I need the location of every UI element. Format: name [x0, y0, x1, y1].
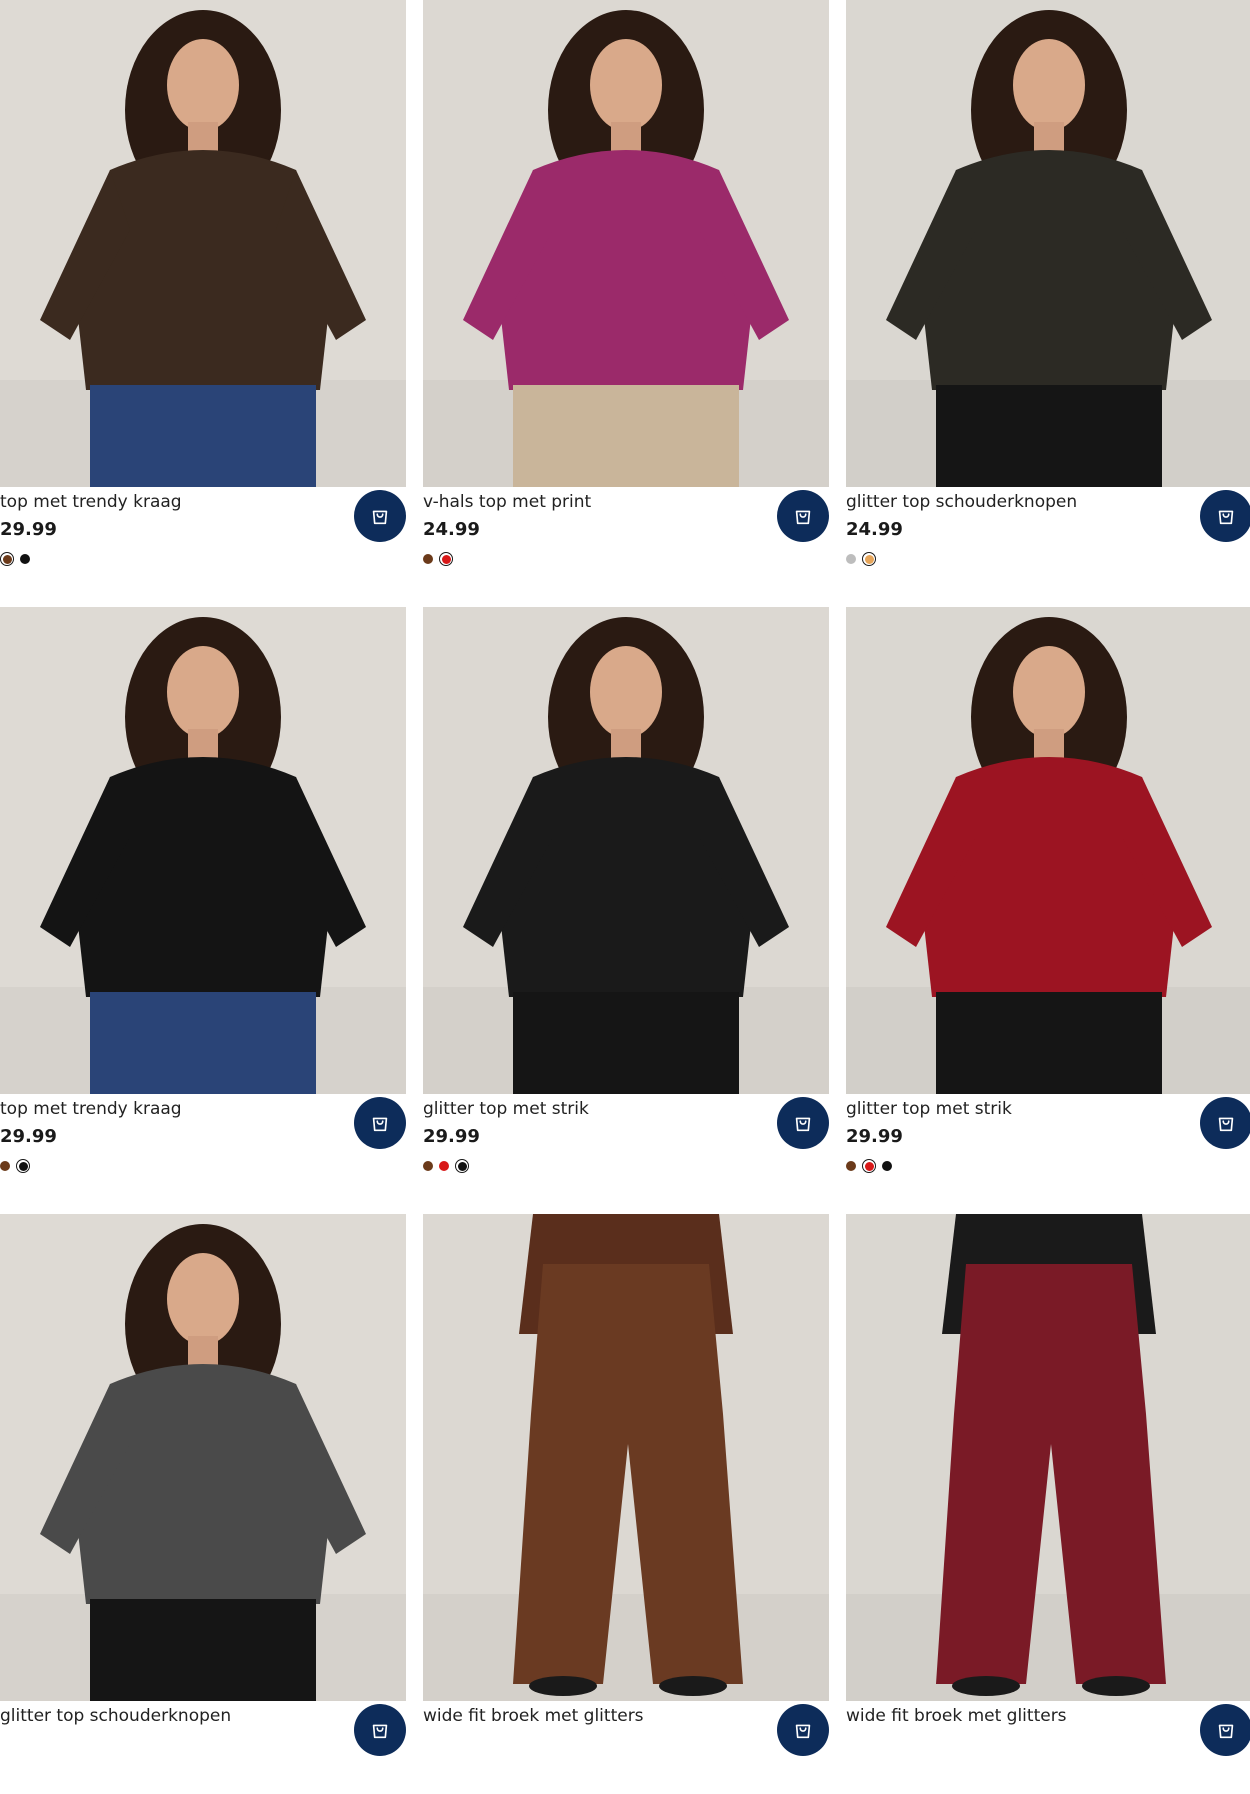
product-card[interactable]: v-hals top met print 24.99 [423, 0, 829, 580]
color-swatch[interactable] [16, 1159, 30, 1173]
product-name[interactable]: top met trendy kraag [0, 492, 182, 512]
color-swatch[interactable] [439, 1161, 449, 1171]
product-name[interactable]: glitter top schouderknopen [846, 492, 1077, 512]
model-illustration [423, 607, 829, 1094]
add-to-cart-button[interactable] [354, 490, 406, 542]
product-photo[interactable] [846, 1214, 1250, 1701]
color-swatches [846, 552, 876, 566]
color-swatches [846, 1159, 892, 1173]
product-card[interactable]: wide fit broek met glitters [846, 1214, 1250, 1794]
product-photo[interactable] [423, 0, 829, 487]
add-to-cart-button[interactable] [1200, 1704, 1250, 1756]
color-swatch[interactable] [423, 554, 433, 564]
shopping-bag-icon [795, 1724, 811, 1739]
product-card[interactable]: glitter top schouderknopen 24.99 [846, 0, 1250, 580]
model-illustration [423, 0, 829, 487]
color-swatch[interactable] [455, 1159, 469, 1173]
model-illustration [0, 607, 406, 1094]
product-photo[interactable] [0, 607, 406, 1094]
add-to-cart-button[interactable] [354, 1704, 406, 1756]
color-swatch[interactable] [882, 1161, 892, 1171]
model-illustration [846, 0, 1250, 487]
product-price: 29.99 [0, 1126, 57, 1147]
product-name[interactable]: top met trendy kraag [0, 1099, 182, 1119]
product-card[interactable]: top met trendy kraag 29.99 [0, 0, 406, 580]
color-swatches [423, 1159, 469, 1173]
product-price: 29.99 [0, 519, 57, 540]
product-price: 29.99 [846, 1126, 903, 1147]
color-swatch[interactable] [0, 1161, 10, 1171]
color-swatch[interactable] [0, 552, 14, 566]
color-swatch[interactable] [846, 554, 856, 564]
product-name[interactable]: wide fit broek met glitters [846, 1706, 1067, 1726]
shopping-bag-icon [372, 1724, 388, 1739]
product-price: 29.99 [423, 1126, 480, 1147]
product-photo[interactable] [423, 1214, 829, 1701]
color-swatch[interactable] [846, 1161, 856, 1171]
shopping-bag-icon [795, 510, 811, 525]
shopping-bag-icon [372, 510, 388, 525]
product-card[interactable]: glitter top met strik 29.99 [423, 607, 829, 1187]
product-name[interactable]: glitter top met strik [846, 1099, 1012, 1119]
product-name[interactable]: v-hals top met print [423, 492, 591, 512]
product-photo[interactable] [846, 607, 1250, 1094]
product-photo[interactable] [0, 0, 406, 487]
shopping-bag-icon [1218, 1117, 1234, 1132]
product-card[interactable]: glitter top met strik 29.99 [846, 607, 1250, 1187]
product-name[interactable]: glitter top met strik [423, 1099, 589, 1119]
color-swatch[interactable] [439, 552, 453, 566]
product-photo[interactable] [0, 1214, 406, 1701]
product-photo[interactable] [423, 607, 829, 1094]
color-swatches [0, 552, 30, 566]
shopping-bag-icon [372, 1117, 388, 1132]
product-name[interactable]: wide fit broek met glitters [423, 1706, 644, 1726]
color-swatch[interactable] [20, 554, 30, 564]
model-illustration [0, 1214, 406, 1701]
shopping-bag-icon [1218, 510, 1234, 525]
add-to-cart-button[interactable] [354, 1097, 406, 1149]
color-swatches [0, 1159, 30, 1173]
product-card[interactable]: wide fit broek met glitters [423, 1214, 829, 1794]
product-price: 24.99 [846, 519, 903, 540]
model-illustration [0, 0, 406, 487]
model-illustration [846, 607, 1250, 1094]
product-name[interactable]: glitter top schouderknopen [0, 1706, 231, 1726]
model-illustration [846, 1214, 1250, 1701]
product-price: 24.99 [423, 519, 480, 540]
color-swatch[interactable] [862, 1159, 876, 1173]
add-to-cart-button[interactable] [1200, 1097, 1250, 1149]
color-swatch[interactable] [862, 552, 876, 566]
shopping-bag-icon [1218, 1724, 1234, 1739]
shopping-bag-icon [795, 1117, 811, 1132]
model-illustration [423, 1214, 829, 1701]
add-to-cart-button[interactable] [777, 1097, 829, 1149]
add-to-cart-button[interactable] [777, 1704, 829, 1756]
color-swatch[interactable] [423, 1161, 433, 1171]
product-card[interactable]: glitter top schouderknopen [0, 1214, 406, 1794]
add-to-cart-button[interactable] [1200, 490, 1250, 542]
product-card[interactable]: top met trendy kraag 29.99 [0, 607, 406, 1187]
add-to-cart-button[interactable] [777, 490, 829, 542]
color-swatches [423, 552, 453, 566]
product-photo[interactable] [846, 0, 1250, 487]
